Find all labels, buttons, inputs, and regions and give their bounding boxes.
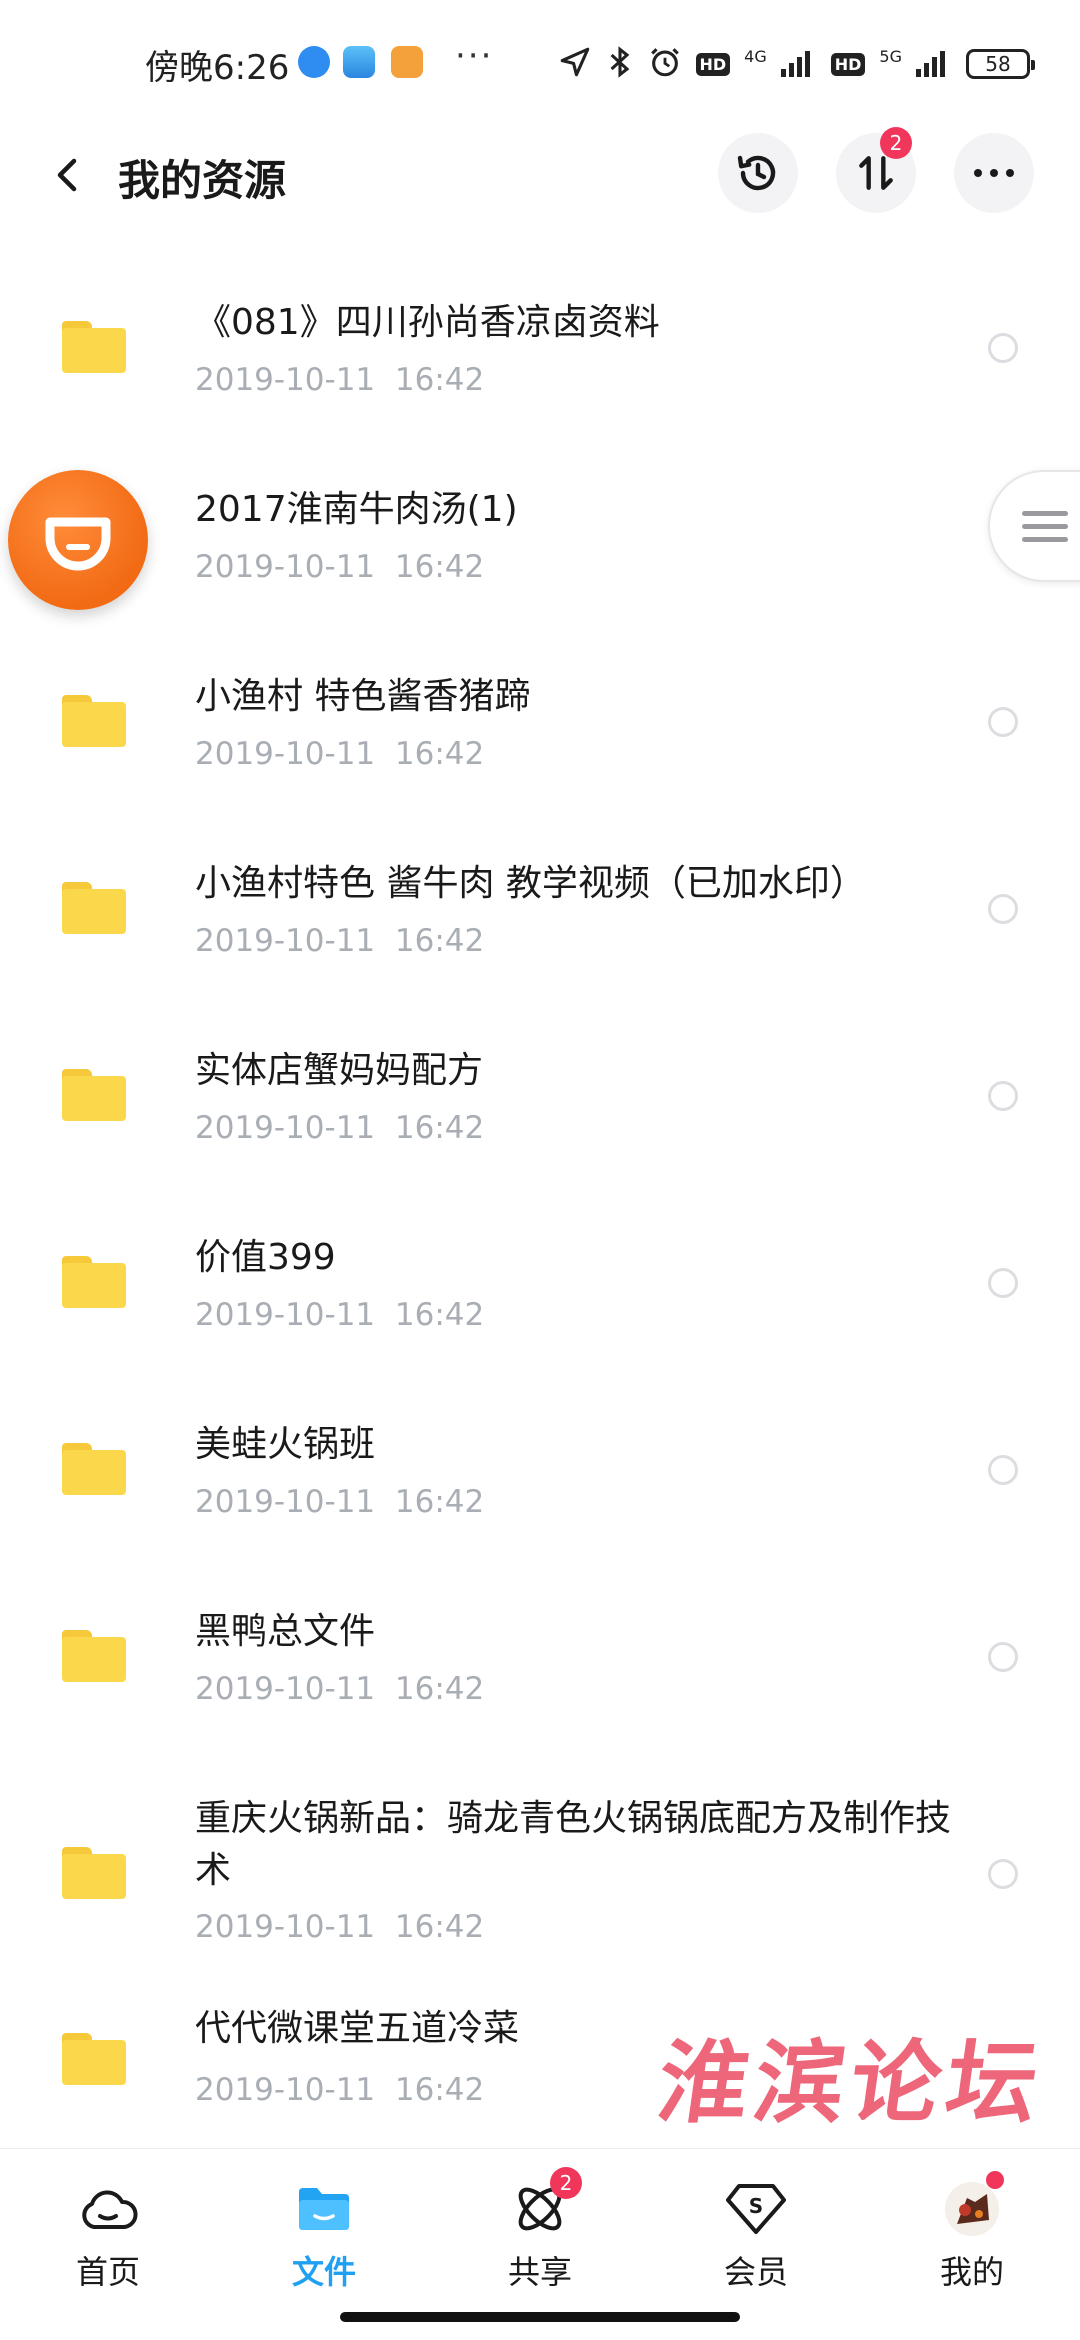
select-checkbox[interactable]: [988, 894, 1018, 924]
more-dots-icon: [974, 169, 1014, 177]
file-timestamp: 2019-10-11 16:42: [195, 2072, 485, 2108]
nav-item-share[interactable]: 2 共享: [470, 2167, 610, 2307]
location-icon: [558, 45, 592, 83]
nav-item-mine[interactable]: 我的: [902, 2171, 1042, 2307]
hamburger-icon: [1022, 503, 1068, 550]
back-button[interactable]: [40, 147, 96, 203]
file-name: 实体店蟹妈妈配方: [195, 1050, 484, 1091]
svg-text:S: S: [749, 2194, 763, 2218]
file-timestamp: 2019-10-11 16:42: [195, 736, 485, 772]
file-timestamp: 2019-10-11 16:42: [195, 362, 485, 398]
app-cloud-icon: [343, 46, 375, 78]
file-timestamp: 2019-10-11 16:42: [195, 1110, 485, 1146]
alarm-icon: [648, 45, 682, 83]
file-row[interactable]: 小渔村 特色酱香猪蹄 2019-10-11 16:42: [0, 629, 1080, 816]
folder-icon: [62, 882, 126, 934]
status-time: 傍晚6:26: [145, 48, 290, 88]
share-badge: 2: [550, 2167, 582, 2199]
signal-icon-1: [780, 47, 817, 81]
file-name: 美蛙火锅班: [195, 1424, 376, 1465]
folder-icon: [62, 1443, 126, 1495]
transfer-badge: 2: [880, 127, 912, 159]
notification-dot: [986, 2171, 1004, 2189]
status-indicators: HD 4G HD 5G 58: [558, 44, 1035, 84]
hd-badge-2: HD: [830, 52, 866, 76]
more-options-button[interactable]: [954, 133, 1034, 213]
file-row[interactable]: 重庆火锅新品：骑龙青色火锅锅底配方及制作技术 2019-10-11 16:42: [0, 1751, 1080, 1989]
file-timestamp: 2019-10-11 16:42: [195, 1671, 485, 1707]
history-clock-icon: [737, 155, 776, 191]
share-atom-icon: 2: [508, 2167, 582, 2241]
file-name: 小渔村 特色酱香猪蹄: [195, 676, 531, 717]
file-timestamp: 2019-10-11 16:42: [195, 549, 485, 585]
folder-icon: [62, 1847, 126, 1899]
nav-label: 首页: [75, 2253, 140, 2291]
select-checkbox[interactable]: [988, 1268, 1018, 1298]
file-timestamp: 2019-10-11 16:42: [195, 1297, 485, 1333]
nav-item-files[interactable]: 文件: [254, 2177, 394, 2307]
folder-icon: [62, 1256, 126, 1308]
network-type-1: 4G: [744, 46, 767, 66]
nav-label: 我的: [939, 2253, 1004, 2291]
battery-indicator: 58: [966, 49, 1035, 79]
file-row[interactable]: 实体店蟹妈妈配方 2019-10-11 16:42: [0, 1003, 1080, 1190]
file-list: 《081》四川孙尚香凉卤资料 2019-10-11 16:42 2017淮南牛肉…: [0, 255, 1080, 2176]
app-orange-icon: [391, 46, 423, 78]
nav-label: 共享: [507, 2253, 572, 2291]
file-row[interactable]: 美蛙火锅班 2019-10-11 16:42: [0, 1377, 1080, 1564]
folder-icon: [62, 321, 126, 373]
cloud-home-icon: [76, 2177, 140, 2241]
folder-icon: [62, 2033, 126, 2085]
select-checkbox[interactable]: [988, 1081, 1018, 1111]
nav-item-vip[interactable]: S 会员: [686, 2177, 826, 2307]
transfer-button[interactable]: 2: [836, 127, 916, 213]
select-checkbox[interactable]: [988, 1859, 1018, 1889]
status-more-dots: ···: [455, 36, 494, 76]
signal-icon-2: [916, 47, 952, 81]
file-name: 2017淮南牛肉汤(1): [195, 489, 518, 530]
network-type-2: 5G: [879, 46, 902, 66]
file-name: 黑鸭总文件: [195, 1611, 376, 1652]
bluetooth-icon: [606, 45, 634, 83]
select-checkbox[interactable]: [988, 1642, 1018, 1672]
folder-icon: [62, 695, 126, 747]
select-checkbox[interactable]: [988, 1455, 1018, 1485]
select-checkbox[interactable]: [988, 707, 1018, 737]
page-title: 我的资源: [118, 156, 287, 205]
folder-icon: [62, 1069, 126, 1121]
floating-didi-button[interactable]: [8, 470, 148, 610]
hd-badge-1: HD: [695, 52, 731, 76]
file-name: 价值399: [195, 1237, 336, 1278]
file-row[interactable]: 《081》四川孙尚香凉卤资料 2019-10-11 16:42: [0, 255, 1080, 442]
folder-icon: [62, 1630, 126, 1682]
history-button[interactable]: [718, 133, 798, 213]
app-k-icon: [298, 46, 330, 78]
file-timestamp: 2019-10-11 16:42: [195, 923, 485, 959]
select-checkbox[interactable]: [988, 333, 1018, 363]
didi-logo-icon: [45, 517, 111, 571]
file-row[interactable]: 黑鸭总文件 2019-10-11 16:42: [0, 1564, 1080, 1751]
nav-label: 会员: [723, 2253, 788, 2291]
file-row[interactable]: 价值399 2019-10-11 16:42: [0, 1190, 1080, 1377]
avatar-icon: [940, 2171, 1004, 2241]
nav-item-home[interactable]: 首页: [38, 2177, 178, 2307]
chevron-left-icon: [57, 158, 77, 192]
home-indicator[interactable]: [340, 2312, 740, 2322]
file-timestamp: 2019-10-11 16:42: [195, 1909, 485, 1945]
file-row[interactable]: 2017淮南牛肉汤(1) 2019-10-11 16:42: [0, 442, 1080, 629]
file-name: 《081》四川孙尚香凉卤资料: [195, 302, 660, 343]
top-app-bar: 我的资源 2: [0, 125, 1080, 225]
vip-diamond-icon: S: [724, 2177, 788, 2241]
nav-label: 文件: [291, 2253, 356, 2291]
folder-icon: [292, 2177, 356, 2241]
file-row[interactable]: 小渔村特色 酱牛肉 教学视频（已加水印） 2019-10-11 16:42: [0, 816, 1080, 1003]
status-bar: 傍晚6:26 ··· HD 4G HD 5G 58: [0, 0, 1080, 120]
file-timestamp: 2019-10-11 16:42: [195, 1484, 485, 1520]
forum-watermark: 淮滨论坛: [651, 2030, 1051, 2136]
file-name: 重庆火锅新品：骑龙青色火锅锅底配方及制作技术: [195, 1798, 952, 1891]
file-name: 小渔村特色 酱牛肉 教学视频（已加水印）: [195, 863, 866, 904]
